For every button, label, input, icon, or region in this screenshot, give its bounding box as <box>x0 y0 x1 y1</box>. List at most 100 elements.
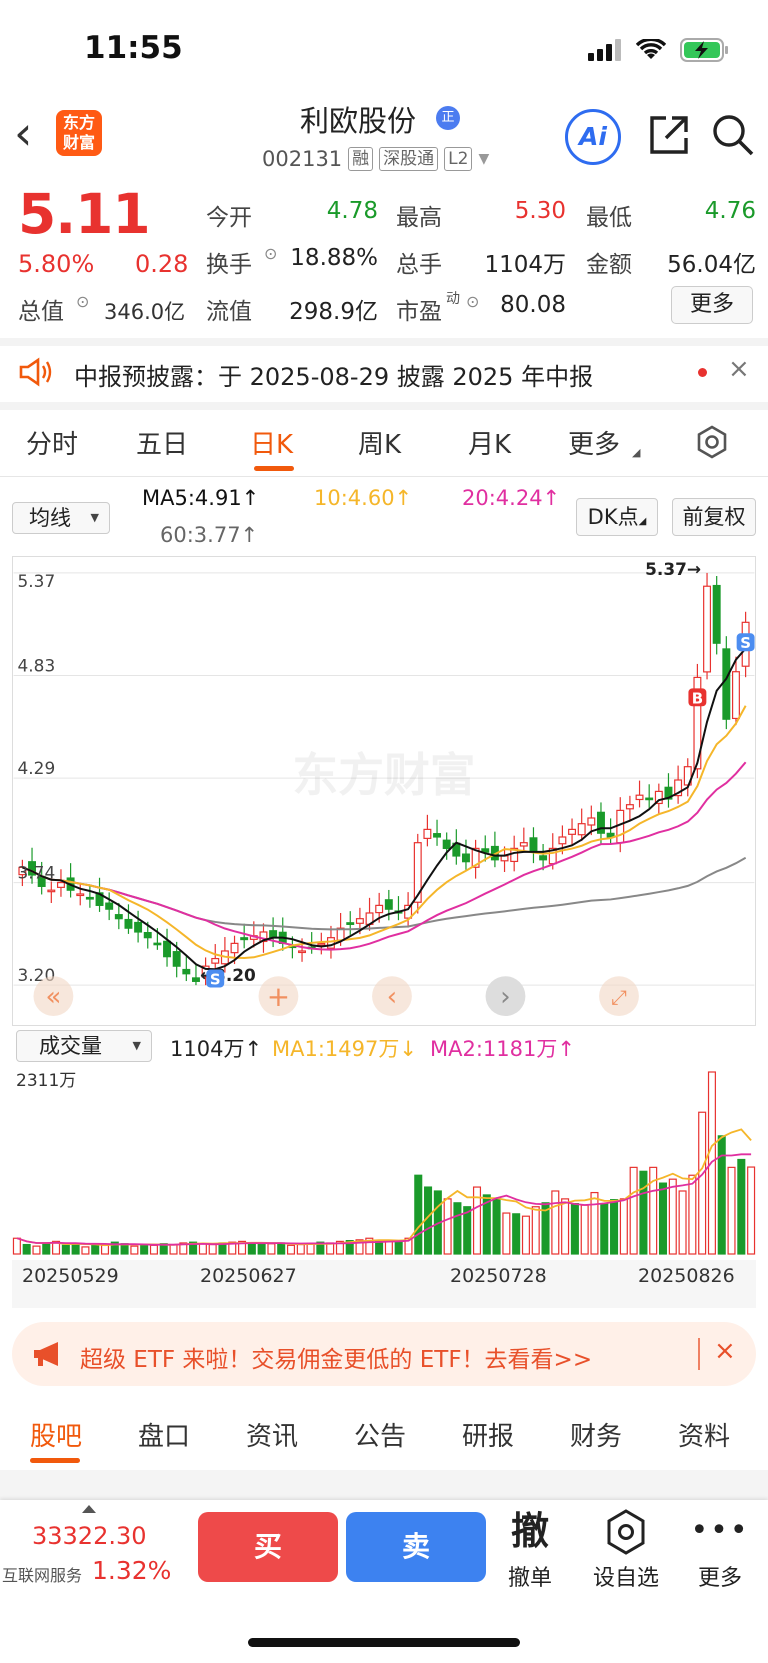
volume-bar <box>512 1213 521 1255</box>
etf-banner-text[interactable]: 超级 ETF 来啦！交易佣金更低的 ETF！去看看>> <box>80 1340 592 1374</box>
more-actions-label: 更多 <box>697 1566 742 1591</box>
candle-body <box>85 896 94 900</box>
back-button[interactable]: ‹ <box>14 110 58 162</box>
change-amount: 0.28 <box>135 250 189 278</box>
candle-body <box>269 930 278 939</box>
tab-research[interactable]: 研报 <box>462 1416 514 1453</box>
speaker-icon <box>19 357 52 387</box>
indicator-select-label: 成交量 <box>39 1034 102 1058</box>
date-label: 20250529 <box>22 1265 119 1287</box>
sell-button[interactable]: 卖 <box>346 1512 486 1582</box>
share-icon[interactable] <box>646 112 692 158</box>
tab-more[interactable]: 更多 <box>568 424 620 461</box>
tab-fenshi[interactable]: 分时 <box>26 424 78 461</box>
volume-current: 1104万↑ <box>170 1037 263 1061</box>
volume-bar <box>247 1242 256 1255</box>
stock-code: 002131 <box>262 147 343 171</box>
tab-announcements[interactable]: 公告 <box>354 1416 406 1453</box>
divider <box>0 402 768 410</box>
volume-bar <box>443 1198 452 1255</box>
volume-bar <box>306 1243 315 1255</box>
pe-info-icon[interactable]: ⊙ <box>466 292 479 311</box>
pe-superscript: 动 <box>446 291 460 307</box>
zheng-badge: 正 <box>436 106 460 130</box>
tab-daily-k[interactable]: 日K <box>250 424 293 461</box>
volume-bar <box>12 1237 21 1255</box>
more-actions-button[interactable]: ••• 更多 <box>678 1506 762 1592</box>
notice-close-button[interactable]: × <box>728 354 750 384</box>
add-watchlist-button[interactable]: 设自选 <box>584 1506 668 1592</box>
volume-bar <box>747 1166 756 1255</box>
more-corner-icon: ◢ <box>632 446 641 459</box>
candle-body <box>240 937 249 941</box>
forward-adjust-button[interactable]: 前复权 <box>672 498 756 536</box>
candle-body <box>722 648 731 720</box>
volume-bar <box>668 1178 677 1255</box>
candle-body <box>433 833 442 838</box>
volume-bar <box>492 1198 501 1255</box>
volume-bar <box>208 1243 217 1255</box>
watchlist-icon <box>584 1506 668 1556</box>
candle-body <box>56 881 65 888</box>
dk-point-label: DK点 <box>587 505 639 529</box>
candle-body <box>731 671 740 720</box>
candle-body <box>298 950 307 954</box>
volume-bar <box>688 1174 697 1255</box>
candle-body <box>635 794 644 801</box>
stock-code-line[interactable]: 002131 融 深股通 L2 ▼ <box>262 147 489 171</box>
volume-bar <box>619 1198 628 1255</box>
tag-shenggutong: 深股通 <box>379 147 439 171</box>
candle-body <box>558 836 567 845</box>
notice-text[interactable]: 中报预披露：于 2025-08-29 披露 2025 年中报 <box>74 357 593 392</box>
volume-bar <box>610 1199 619 1255</box>
volume-bar <box>130 1245 139 1255</box>
amount-value: 56.04亿 <box>667 252 756 278</box>
change-percent: 5.80% <box>18 250 95 278</box>
gear-icon[interactable] <box>694 424 730 460</box>
volume-bar <box>277 1242 286 1255</box>
info-dots-icon[interactable]: ⊙ <box>76 292 89 311</box>
double-chevron-left-icon: « <box>45 982 61 1012</box>
ma-select[interactable]: 均线 ▼ <box>12 502 110 534</box>
tab-guba[interactable]: 股吧 <box>30 1416 82 1453</box>
indicator-select[interactable]: 成交量 ▼ <box>16 1030 152 1062</box>
volume-value: 1104万 <box>484 252 566 278</box>
banner-close-button[interactable]: × <box>714 1336 736 1366</box>
y-tick-label: 4.83 <box>18 656 56 676</box>
dk-point-button[interactable]: DK点◢ <box>576 498 658 536</box>
tab-pankou[interactable]: 盘口 <box>138 1416 190 1453</box>
candle-body <box>384 899 393 910</box>
volume-bar <box>100 1244 110 1255</box>
pe-label: 市盈 <box>396 299 442 325</box>
candle-body <box>114 914 123 920</box>
sector-index-value[interactable]: 33322.30 <box>32 1522 147 1550</box>
divider <box>0 476 768 477</box>
volume-bar <box>531 1206 540 1255</box>
more-quote-button[interactable]: 更多 <box>671 286 753 324</box>
expand-up-icon[interactable] <box>82 1505 96 1513</box>
tab-news[interactable]: 资讯 <box>246 1416 298 1453</box>
volume-chart[interactable]: 2311万 <box>12 1068 756 1266</box>
tab-weekly-k[interactable]: 周K <box>358 424 401 461</box>
turnover-info-icon[interactable]: ⊙ <box>264 244 277 263</box>
tab-monthly-k[interactable]: 月K <box>468 424 511 461</box>
ai-button[interactable]: Ai <box>565 109 621 165</box>
volume-bar <box>91 1243 100 1255</box>
float-value: 298.9亿 <box>289 299 378 325</box>
volume-bar <box>551 1190 560 1255</box>
chevron-down-icon: ▼ <box>478 151 490 167</box>
candle-body <box>153 942 162 946</box>
search-icon[interactable] <box>710 112 756 158</box>
signal-badge-label: B <box>692 689 703 707</box>
tab-finance[interactable]: 财务 <box>570 1416 622 1453</box>
buy-button[interactable]: 买 <box>198 1512 338 1582</box>
cancel-order-button[interactable]: 撤 撤单 <box>488 1506 572 1592</box>
signal-icon <box>588 39 621 61</box>
tab-wuri[interactable]: 五日 <box>136 424 188 461</box>
y-tick-label: 5.37 <box>18 571 56 591</box>
volume-bar <box>394 1241 403 1255</box>
kline-chart[interactable]: 东方财富 5.37→←3.20BSS 5.374.834.293.743.20 … <box>12 556 756 1026</box>
volume-ma1: MA1:1497万↓ <box>272 1037 417 1061</box>
volume-bar <box>698 1111 707 1255</box>
tab-profile[interactable]: 资料 <box>678 1416 730 1453</box>
